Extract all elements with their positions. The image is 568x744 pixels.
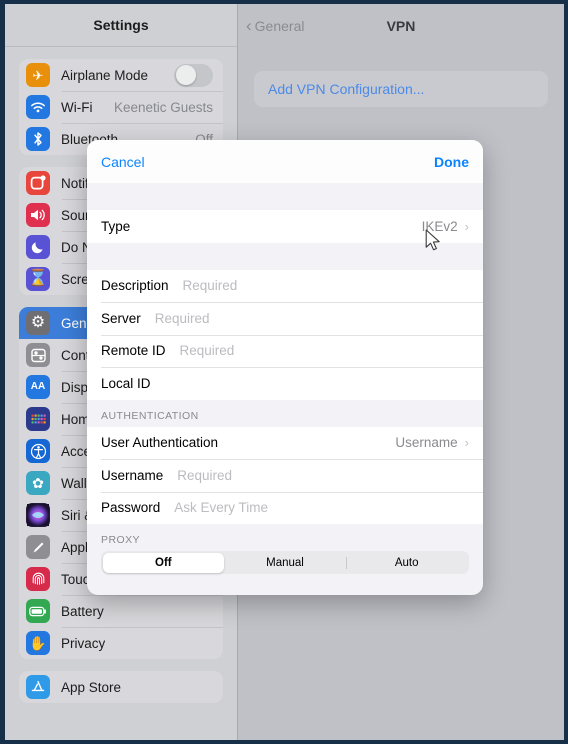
- siri-icon: [26, 503, 50, 527]
- auth-row-username[interactable]: Username Required: [87, 459, 483, 492]
- back-button-general[interactable]: ‹ General: [246, 17, 304, 34]
- sidebar-item-privacy[interactable]: ✋ Privacy: [19, 627, 223, 659]
- field-label: Description: [101, 278, 169, 294]
- field-row-local-id[interactable]: Local ID: [87, 367, 483, 400]
- done-button[interactable]: Done: [434, 154, 469, 170]
- auth-row-user-authentication[interactable]: User Authentication Username ›: [87, 426, 483, 459]
- cancel-button[interactable]: Cancel: [101, 154, 145, 170]
- touch-id-icon: [26, 567, 50, 591]
- sidebar-title: Settings: [5, 4, 237, 47]
- apple-pencil-icon: [26, 535, 50, 559]
- sidebar-item-label: Wi-Fi: [61, 99, 93, 115]
- add-vpn-configuration-row[interactable]: Add VPN Configuration...: [254, 71, 548, 107]
- field-label: Local ID: [101, 375, 151, 391]
- sidebar-item-battery[interactable]: Battery: [19, 595, 223, 627]
- sidebar-item-value: Keenetic Guests: [113, 99, 213, 115]
- wallpaper-icon: ✿: [26, 471, 50, 495]
- auth-row-placeholder[interactable]: Required: [177, 468, 232, 483]
- field-label: Remote ID: [101, 343, 166, 359]
- auth-row-password[interactable]: Password Ask Every Time: [87, 491, 483, 524]
- bluetooth-icon: [26, 127, 50, 151]
- control-center-icon: [26, 343, 50, 367]
- sidebar-item-label: Privacy: [61, 635, 106, 651]
- detail-nav-bar: ‹ General VPN: [238, 4, 564, 47]
- proxy-section-header: PROXY: [87, 524, 483, 551]
- accessibility-icon: [26, 439, 50, 463]
- type-group: Type IKEv2 ›: [87, 210, 483, 243]
- add-vpn-configuration-label: Add VPN Configuration...: [268, 81, 425, 97]
- proxy-option-manual[interactable]: Manual: [224, 553, 346, 573]
- field-row-remote-id[interactable]: Remote ID Required: [87, 334, 483, 367]
- chevron-right-icon: ›: [464, 435, 469, 451]
- sounds-icon: [26, 203, 50, 227]
- modal-toolbar: Cancel Done: [87, 140, 483, 183]
- proxy-option-auto[interactable]: Auto: [345, 553, 468, 573]
- field-placeholder[interactable]: Required: [180, 343, 235, 358]
- wifi-icon: [26, 95, 50, 119]
- authentication-section-header: AUTHENTICATION: [87, 399, 483, 427]
- home-screen-icon: [26, 407, 50, 431]
- airplane-mode-toggle[interactable]: [174, 63, 213, 87]
- field-label: Server: [101, 310, 141, 326]
- auth-row-label: Password: [101, 500, 161, 516]
- sidebar-group: App Store: [19, 671, 223, 703]
- auth-row-placeholder[interactable]: Ask Every Time: [174, 500, 268, 515]
- field-row-description[interactable]: Description Required: [87, 269, 483, 302]
- display-icon: AA: [26, 375, 50, 399]
- authentication-group: User Authentication Username › Username Requ…: [87, 426, 483, 524]
- device-viewport: Settings ✈ Airplane Mode Wi-Fi Keenetic Gue…: [5, 4, 564, 740]
- gear-icon: ⚙: [26, 311, 50, 335]
- battery-icon: [26, 599, 50, 623]
- row-type-label: Type: [101, 218, 131, 234]
- field-placeholder[interactable]: Required: [183, 278, 238, 293]
- sidebar-item-label: Battery: [61, 603, 104, 619]
- auth-row-value: Username: [395, 435, 458, 451]
- sidebar-item-app-store[interactable]: App Store: [19, 671, 223, 703]
- section-gap-mid: [87, 242, 483, 270]
- sidebar-item-label: Airplane Mode: [61, 67, 149, 83]
- connection-fields-group: Description Required Server Required Remote …: [87, 269, 483, 400]
- proxy-segmented-control[interactable]: Off Manual Auto: [101, 551, 469, 574]
- airplane-icon: ✈: [26, 63, 50, 87]
- sidebar-item-wi-fi[interactable]: Wi-Fi Keenetic Guests: [19, 91, 223, 123]
- auth-row-label: Username: [101, 467, 164, 483]
- sidebar-item-label: App Store: [61, 679, 122, 695]
- field-placeholder[interactable]: Required: [155, 311, 210, 326]
- app-store-icon: [26, 675, 50, 699]
- screen-time-icon: ⌛: [26, 267, 50, 291]
- row-type-value: IKEv2: [421, 218, 458, 234]
- proxy-option-off[interactable]: Off: [102, 552, 225, 573]
- do-not-disturb-icon: [26, 235, 50, 259]
- section-gap-top: [87, 183, 483, 210]
- screen-frame: Settings ✈ Airplane Mode Wi-Fi Keenetic Gue…: [0, 0, 568, 744]
- chevron-right-icon: ›: [464, 218, 469, 234]
- auth-row-label: User Authentication: [101, 435, 219, 451]
- row-type[interactable]: Type IKEv2 ›: [87, 210, 483, 243]
- sidebar-item-airplane-mode[interactable]: ✈ Airplane Mode: [19, 59, 223, 91]
- notifications-icon: [26, 171, 50, 195]
- chevron-left-icon: ‹: [246, 16, 252, 35]
- field-row-server[interactable]: Server Required: [87, 302, 483, 335]
- back-button-label: General: [254, 17, 305, 34]
- privacy-icon: ✋: [26, 631, 50, 655]
- add-vpn-configuration-modal: Cancel Done Type IKEv2 › Description Requ…: [87, 140, 483, 595]
